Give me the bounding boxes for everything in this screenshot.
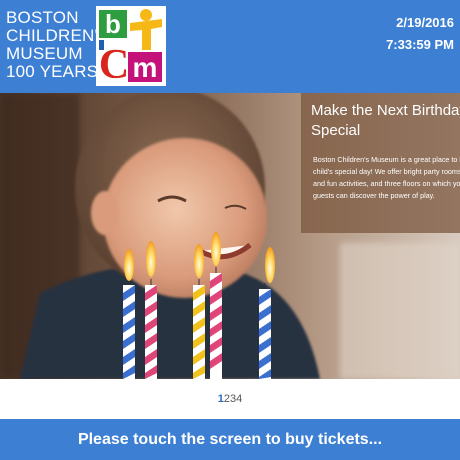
brand-line: BOSTON bbox=[6, 8, 79, 27]
promo-body: Boston Children's Museum is a great plac… bbox=[313, 155, 460, 200]
hero-slide[interactable]: Make the Next Birthday Special Boston Ch… bbox=[0, 93, 460, 379]
bcm-logo: b C m bbox=[96, 6, 166, 86]
promo-panel: Make the Next Birthday Special Boston Ch… bbox=[301, 93, 460, 233]
brand-line: CHILDREN'S bbox=[6, 26, 110, 45]
brand-line: MUSEUM bbox=[6, 44, 83, 63]
pager-page-4[interactable]: 4 bbox=[236, 393, 242, 405]
buy-tickets-banner[interactable]: Please touch the screen to buy tickets..… bbox=[0, 419, 460, 460]
logo-letter-b: b bbox=[105, 9, 121, 39]
datetime-display: 2/19/2016 7:33:59 PM bbox=[386, 12, 454, 56]
logo-letter-m: m bbox=[133, 52, 158, 83]
current-time: 7:33:59 PM bbox=[386, 37, 454, 52]
brand-line: 100 YEARS bbox=[6, 62, 99, 81]
promo-title: Make the Next Birthday Special bbox=[311, 102, 460, 139]
slide-pager: 1234 bbox=[0, 379, 460, 419]
current-date: 2/19/2016 bbox=[396, 15, 454, 30]
museum-wordmark: BOSTON CHILDREN'S MUSEUM 100 YEARS bbox=[6, 8, 110, 81]
header-bar: BOSTON CHILDREN'S MUSEUM 100 YEARS b C m… bbox=[0, 0, 460, 93]
